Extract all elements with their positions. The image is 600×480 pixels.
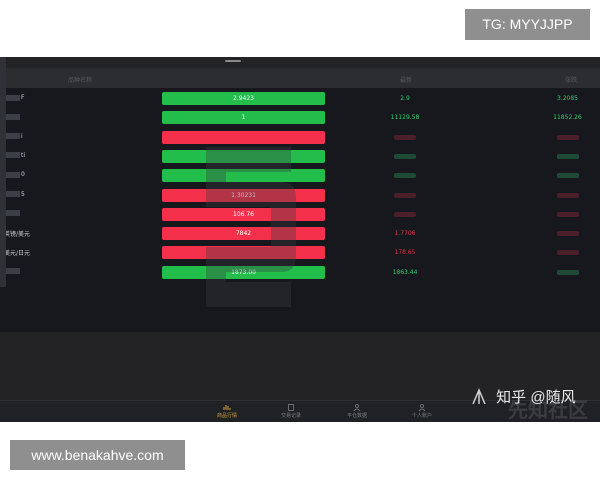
table-row[interactable]: 1 11129.58 11852.26: [0, 109, 600, 127]
tab-close-data-label: 平仓数据: [346, 413, 367, 419]
chart-icon: [223, 405, 231, 410]
blurred-value: [556, 153, 579, 159]
row-change-value: [545, 153, 590, 160]
redacted-symbol-blur: [4, 133, 20, 140]
account-icon: [418, 404, 426, 411]
redacted-symbol-blur: [4, 152, 20, 159]
row-change-value: [545, 172, 590, 179]
screenshot-page: TG: MYYJJPP 品种名称 最新 涨跌 F 2.9423 2.9 3.2085 1…: [0, 0, 600, 480]
zhihu-watermark: 知乎 @随风: [470, 386, 576, 416]
row-price-value: [375, 192, 435, 199]
row-symbol-name: 美元/日元: [4, 248, 30, 257]
blurred-value: [394, 211, 416, 217]
row-change-value: [545, 134, 590, 141]
redacted-symbol-blur: [4, 268, 20, 275]
zhihu-logo-icon: [472, 387, 486, 404]
left-edge-strip: [0, 57, 6, 287]
redacted-symbol-blur: [4, 210, 20, 217]
row-price-value: 178.65: [394, 249, 416, 257]
redacted-symbol-blur: [4, 191, 20, 197]
row-change-value: 11852.26: [553, 114, 582, 122]
row-price-value: [375, 211, 435, 218]
table-row[interactable]: F 2.9423 2.9 3.2085: [0, 90, 600, 108]
row-symbol-name: 0: [4, 171, 25, 178]
header-name: 品种名称: [68, 77, 93, 84]
blurred-value: [394, 192, 416, 198]
blurred-value: [394, 134, 416, 140]
blurred-value: [556, 211, 579, 217]
user-icon: [353, 404, 361, 411]
header-price: 最新: [400, 77, 413, 84]
zhihu-watermark-text: 知乎 @随风: [496, 389, 576, 406]
row-symbol-text: ti: [21, 151, 26, 159]
redacted-symbol-blur: [4, 113, 20, 120]
row-symbol-text: 0: [21, 171, 25, 179]
blurred-value: [556, 173, 579, 179]
row-change-value: [545, 192, 590, 199]
tab-market-label: 商品行情: [216, 413, 237, 419]
tg-watermark-badge: TG: MYYJJPP: [465, 9, 590, 40]
redacted-symbol-blur: [4, 171, 20, 178]
url-watermark-badge: www.benakahve.com: [10, 440, 185, 470]
row-symbol-name: 5: [4, 191, 25, 198]
row-symbol-name: [4, 268, 21, 275]
row-price-value: 11129.58: [390, 114, 420, 122]
tab-close-data[interactable]: 平仓数据: [337, 404, 377, 419]
row-symbol-text: 英镑/美元: [4, 231, 31, 239]
table-header: 品种名称 最新 涨跌: [0, 68, 600, 88]
blurred-value: [556, 192, 579, 198]
blurred-value: [394, 153, 416, 159]
row-symbol-text: F: [21, 94, 25, 101]
watermark-logo-icon: [206, 147, 296, 307]
row-symbol-text: 5: [21, 190, 25, 198]
blurred-value: [556, 250, 579, 256]
app-screen: 品种名称 最新 涨跌 F 2.9423 2.9 3.2085 1 11129.58 1185…: [0, 57, 600, 422]
redacted-symbol-blur: [4, 94, 20, 101]
row-symbol-name: [4, 113, 21, 120]
blurred-value: [556, 134, 579, 140]
row-symbol-text: i: [21, 132, 23, 140]
tab-account-label: 个人账户: [411, 413, 432, 419]
row-symbol-name: 英镑/美元: [4, 229, 30, 238]
row-change-value: 3.2085: [557, 95, 578, 102]
row-symbol-name: [4, 210, 21, 217]
row-price-value: [375, 153, 435, 160]
tab-trade-records[interactable]: 交易记录: [271, 404, 311, 419]
row-price-value: 1.7706: [394, 230, 416, 238]
tab-account[interactable]: 个人账户: [402, 404, 442, 419]
buy-price-pill[interactable]: 1: [162, 111, 325, 125]
header-change: 涨跌: [565, 77, 578, 84]
blurred-value: [556, 269, 579, 275]
row-change-value: [545, 230, 590, 237]
row-change-value: [545, 269, 590, 276]
row-symbol-name: ti: [4, 152, 25, 159]
row-price-value: 1863.44: [392, 268, 418, 276]
row-change-value: [545, 249, 590, 256]
blurred-value: [394, 173, 416, 179]
row-price-value: [375, 172, 435, 179]
row-symbol-text: 美元/日元: [4, 250, 31, 258]
tab-market[interactable]: 商品行情: [207, 404, 247, 419]
document-icon: [288, 404, 294, 411]
buy-price-pill[interactable]: 2.9423: [162, 92, 325, 105]
row-price-value: 2.9: [400, 95, 410, 102]
status-notch: [225, 60, 241, 62]
row-symbol-name: i: [4, 133, 23, 140]
row-price-value: [375, 134, 435, 141]
blurred-value: [556, 231, 579, 237]
tab-trade-records-label: 交易记录: [280, 413, 301, 419]
row-change-value: [545, 211, 590, 218]
row-symbol-name: F: [4, 94, 24, 101]
